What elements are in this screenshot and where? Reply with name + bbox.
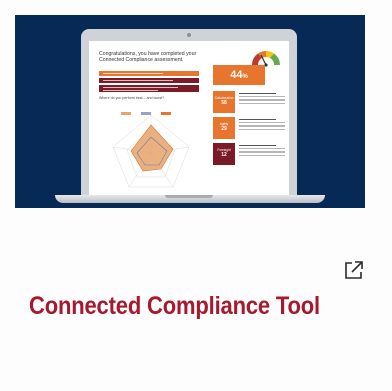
chart-legend [121,102,191,115]
category-block: Foresight 12 [213,143,235,165]
category-block: Agility 29 [213,117,235,139]
laptop-screen: Congratulations, you have completed your… [89,41,289,197]
screen-heading: Congratulations, you have completed your… [99,51,197,64]
card-title[interactable]: Connected Compliance Tool [29,289,320,323]
external-link-icon[interactable] [343,259,365,281]
laptop-notch [165,195,213,198]
screen-subheading: Where do you perform best – and worst? [99,96,165,100]
score-box: 44% [213,65,265,85]
camera-dot [187,33,191,37]
radar-chart [112,114,190,188]
laptop-illustration: Congratulations, you have completed your… [81,29,297,197]
gauge-icon [252,50,280,67]
hero-image[interactable]: Congratulations, you have completed your… [15,15,365,208]
category-block: Collaboration 58 [213,91,235,113]
tool-card[interactable]: Congratulations, you have completed your… [0,0,392,391]
